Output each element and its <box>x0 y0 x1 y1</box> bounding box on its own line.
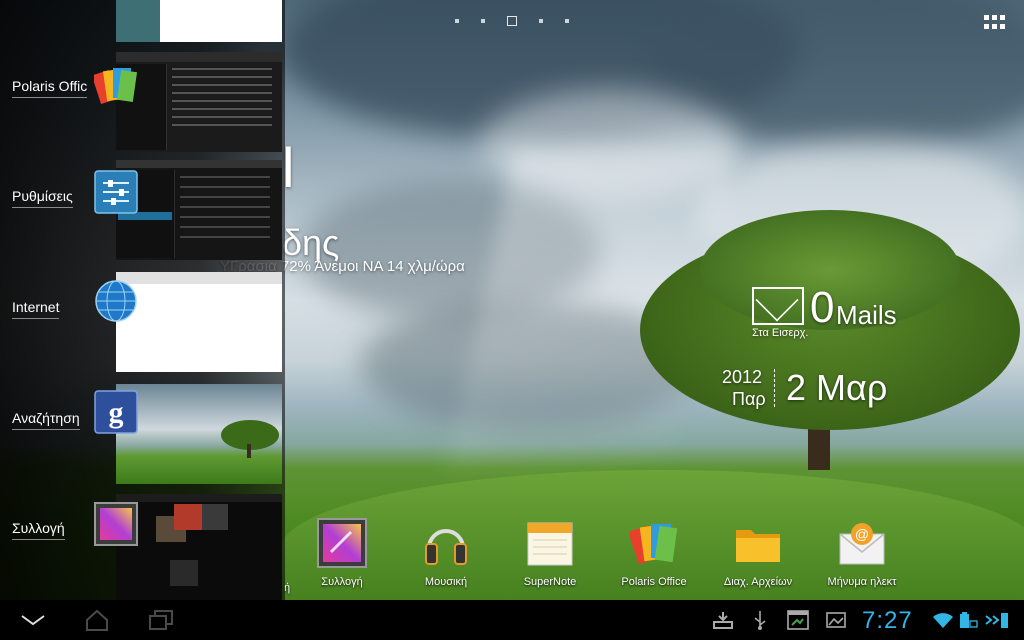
dock-gallery[interactable]: Συλλογή <box>290 518 394 588</box>
dock-polaris-office[interactable]: Polaris Office <box>602 518 706 588</box>
dock-music[interactable]: Μουσική <box>394 518 498 588</box>
wifi-icon[interactable] <box>932 610 954 630</box>
page-dot <box>481 19 485 23</box>
recent-app-label: Αναζήτηση <box>12 410 80 430</box>
dock-label: Συλλογή <box>321 576 363 588</box>
notepad-icon <box>525 518 575 568</box>
gallery-icon <box>317 518 367 568</box>
dock-label: Μήνυμα ηλεκτ <box>827 576 897 588</box>
battery-icon[interactable] <box>958 610 978 630</box>
dock-file-manager[interactable]: Διαχ. Αρχείων <box>706 518 810 588</box>
dock-supernote[interactable]: SuperNote <box>498 518 602 588</box>
page-dot <box>565 19 569 23</box>
page-dot <box>539 19 543 23</box>
recent-apps-panel: Polaris Offic Ρυθμίσεις Internet Αναζήτη… <box>0 0 285 600</box>
page-dot-current <box>507 16 517 26</box>
screenshot-icon[interactable] <box>786 610 810 630</box>
dock-battery-icon[interactable] <box>984 610 1010 630</box>
envelope-icon <box>752 287 804 325</box>
dock-label: Διαχ. Αρχείων <box>723 576 793 588</box>
recent-apps-icon <box>149 610 173 630</box>
gallery-notification-icon[interactable] <box>826 610 846 630</box>
recent-app-label: Internet <box>12 299 60 319</box>
page-dot <box>455 19 459 23</box>
date-day-month: 2 Μαρ <box>786 367 888 408</box>
email-icon: @ <box>837 518 887 568</box>
all-apps-grid-icon[interactable] <box>984 15 1006 29</box>
google-search-icon: g <box>94 390 138 434</box>
dock-email[interactable]: @ Μήνυμα ηλεκτ <box>810 518 914 588</box>
polaris-office-icon <box>91 62 138 106</box>
mail-folder: Στα Εισερχ. <box>752 327 809 339</box>
recent-apps-button[interactable] <box>146 608 176 632</box>
home-page-indicator <box>455 16 569 26</box>
dock-label: SuperNote <box>523 576 577 588</box>
date-year: 2012 <box>722 367 763 387</box>
recent-thumbnail[interactable] <box>116 0 282 42</box>
gallery-icon <box>94 502 138 546</box>
folder-icon <box>733 518 783 568</box>
globe-icon <box>94 279 138 323</box>
date-weekday: Παρ <box>732 389 766 409</box>
settings-icon <box>94 170 138 214</box>
download-icon[interactable] <box>712 610 734 630</box>
hide-recents-button[interactable] <box>18 608 48 632</box>
headphones-icon <box>421 518 471 568</box>
system-bar: 7:27 <box>0 600 1024 640</box>
chevron-down-icon <box>21 615 45 626</box>
polaris-office-icon <box>629 518 679 568</box>
dock-label: Μουσική <box>424 576 468 588</box>
home-icon <box>86 609 108 631</box>
dock: Συλλογή Μουσική SuperNote Polaris Office… <box>290 518 914 588</box>
usb-icon[interactable] <box>752 610 768 630</box>
recent-app-label: Polaris Offic <box>12 78 88 98</box>
clock[interactable]: 7:27 <box>862 607 913 635</box>
recent-app-label: Ρυθμίσεις <box>12 188 73 208</box>
svg-text:@: @ <box>855 526 869 542</box>
mail-count: 0 <box>810 283 835 332</box>
dock-label: Polaris Office <box>621 576 687 588</box>
recent-app-label: Συλλογή <box>12 520 65 540</box>
mail-label: Mails <box>836 300 897 330</box>
home-button[interactable] <box>82 608 112 632</box>
svg-text:g: g <box>109 396 124 429</box>
